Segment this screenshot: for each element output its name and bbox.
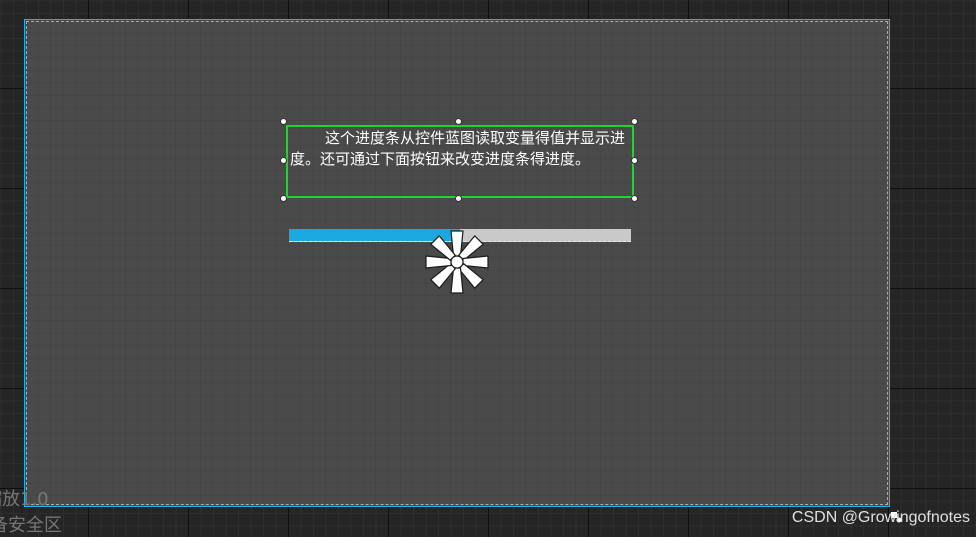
- resize-handle-bottom-left[interactable]: [280, 195, 287, 202]
- text-block-content: 这个进度条从控件蓝图读取变量得值并显示进度。还可通过下面按钮来改变进度条得进度。: [290, 129, 626, 168]
- safe-zone-label: 备安全区: [0, 515, 62, 536]
- resize-handle-bottom-right[interactable]: [631, 195, 638, 202]
- resize-handle-top-right[interactable]: [631, 118, 638, 125]
- resize-handle-left[interactable]: [280, 157, 287, 164]
- resize-handle-right[interactable]: [631, 157, 638, 164]
- zoom-label: 缩放1.0: [0, 489, 49, 510]
- resize-handle-top-left[interactable]: [280, 118, 287, 125]
- resize-handle-top[interactable]: [455, 118, 462, 125]
- resize-handle-bottom[interactable]: [455, 195, 462, 202]
- text-block-widget[interactable]: 这个进度条从控件蓝图读取变量得值并显示进度。还可通过下面按钮来改变进度条得进度。: [286, 125, 634, 198]
- watermark: CSDN @Growingofnotes: [791, 509, 970, 526]
- anchor-flower-icon[interactable]: [423, 228, 491, 296]
